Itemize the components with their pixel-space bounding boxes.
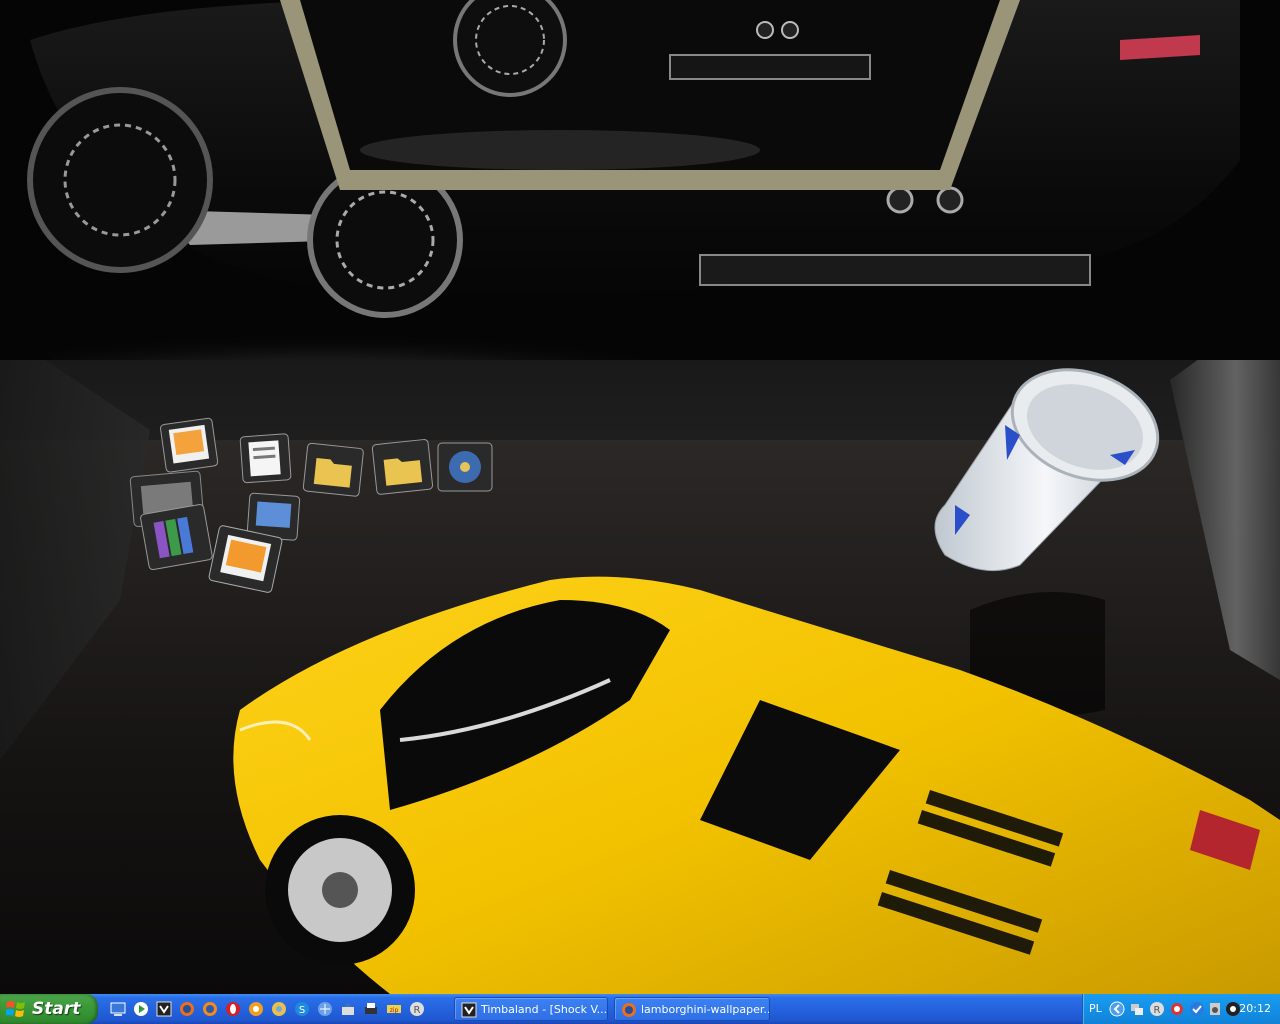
taskbar: Start S zip R Timbaland - [Shock V... la… xyxy=(0,994,1280,1024)
zip-icon[interactable]: zip xyxy=(386,1001,402,1017)
chevron-left-icon[interactable] xyxy=(1109,1001,1125,1017)
start-label: Start xyxy=(32,999,81,1019)
yellow-car-wallpaper xyxy=(233,576,1280,994)
firefox-icon[interactable] xyxy=(179,1001,195,1017)
svg-text:zip: zip xyxy=(390,1007,399,1014)
folder-icon[interactable] xyxy=(302,442,364,497)
picture-frame xyxy=(280,0,1020,190)
security-icon[interactable] xyxy=(1169,1001,1185,1017)
folder-icon[interactable] xyxy=(371,439,434,495)
registry-icon[interactable]: R xyxy=(1149,1001,1165,1017)
volume-icon[interactable] xyxy=(1207,1001,1223,1017)
media-player-icon[interactable] xyxy=(133,1001,149,1017)
start-button[interactable]: Start xyxy=(0,994,98,1024)
tools-icon[interactable] xyxy=(340,1001,356,1017)
svg-text:R: R xyxy=(1154,1005,1161,1016)
svg-text:R: R xyxy=(414,1005,421,1016)
chat-icon[interactable] xyxy=(271,1001,287,1017)
show-desktop-icon[interactable] xyxy=(110,1001,126,1017)
windows-logo-icon xyxy=(6,1001,25,1017)
text-document-icon[interactable] xyxy=(239,433,292,484)
film-reel-icon[interactable] xyxy=(437,442,493,492)
network-icon[interactable] xyxy=(1129,1001,1145,1017)
svg-text:S: S xyxy=(299,1005,305,1016)
task-label: Timbaland - [Shock V... xyxy=(481,1003,608,1016)
opera-icon[interactable] xyxy=(225,1001,241,1017)
winamp-icon xyxy=(461,1002,477,1018)
email-icon[interactable] xyxy=(248,1001,264,1017)
photo-icon[interactable] xyxy=(160,417,219,473)
clock[interactable]: 20:12 xyxy=(1239,994,1271,1024)
network-icon[interactable] xyxy=(317,1001,333,1017)
desktop[interactable] xyxy=(0,0,1280,994)
skype-icon[interactable]: S xyxy=(294,1001,310,1017)
firefox-icon[interactable] xyxy=(202,1001,218,1017)
system-tray: PL R 20:12 xyxy=(1082,994,1280,1024)
task-label: lamborghini-wallpaper... xyxy=(641,1003,770,1016)
registry-icon[interactable]: R xyxy=(409,1001,425,1017)
winamp-icon[interactable] xyxy=(156,1001,172,1017)
task-button-timbaland[interactable]: Timbaland - [Shock V... xyxy=(454,997,608,1021)
firefox-icon xyxy=(622,1003,636,1017)
language-indicator[interactable]: PL xyxy=(1089,994,1102,1024)
task-button-firefox[interactable]: lamborghini-wallpaper... xyxy=(614,997,770,1021)
printer-icon[interactable] xyxy=(363,1001,379,1017)
checkmark-icon[interactable] xyxy=(1189,1001,1205,1017)
